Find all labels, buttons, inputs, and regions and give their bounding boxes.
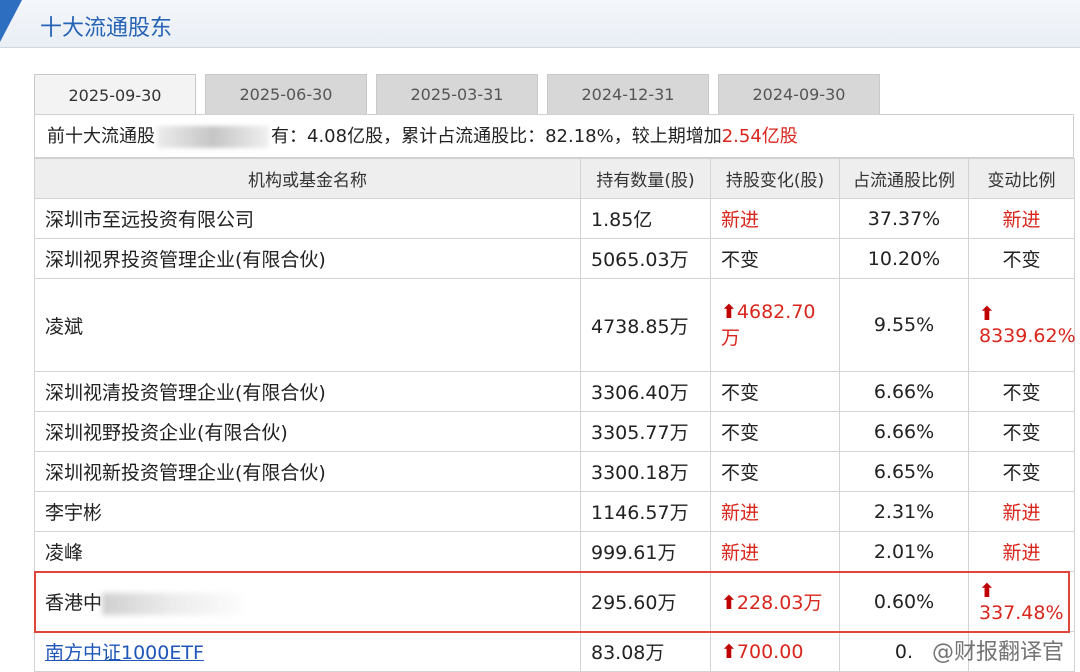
up-arrow-icon: ⬆ <box>979 579 995 602</box>
holder-qty: 5065.03万 <box>580 238 711 279</box>
summary-increase: 2.54亿股 <box>721 126 798 147</box>
holder-change: ⬆700.00 <box>710 631 840 672</box>
shareholders-table: 机构或基金名称 持有数量(股) 持股变化(股) 占流通股比例 变动比例 深圳市至… <box>34 158 1076 672</box>
holder-ratio: 新进 <box>968 198 1075 239</box>
fund-link[interactable]: 南方中证1000ETF <box>45 642 204 664</box>
holder-qty: 1.85亿 <box>580 198 711 239</box>
holder-pct: 6.66% <box>839 411 969 452</box>
holder-pct: 9.55% <box>839 278 969 372</box>
holder-change: 不变 <box>710 371 840 412</box>
holder-change: 不变 <box>710 238 840 279</box>
holder-pct: 0.60% <box>839 571 969 632</box>
holder-qty: 295.60万 <box>580 571 711 632</box>
change-value: 700.00 <box>736 640 804 663</box>
table-row: 深圳市至远投资有限公司 1.85亿 新进 37.37% 新进 <box>34 198 1075 239</box>
holder-qty: 3306.40万 <box>580 371 711 412</box>
holder-change: ⬆4682.70万 <box>710 278 840 372</box>
ratio-value: 8339.62% <box>979 325 1076 347</box>
holder-change: 不变 <box>710 451 840 492</box>
header-corner-decoration <box>0 0 22 42</box>
section-header: 十大流通股东 <box>0 0 1080 48</box>
ratio-value: 337.48% <box>979 601 1064 624</box>
holder-pct: 10.20% <box>839 238 969 279</box>
section-title: 十大流通股东 <box>40 16 173 41</box>
tab-2025-09-30[interactable]: 2025-09-30 <box>34 74 196 115</box>
table-row: 凌峰 999.61万 新进 2.01% 新进 <box>34 531 1075 572</box>
holder-name: 深圳视野投资企业(有限合伙) <box>34 411 581 452</box>
holder-ratio: ⬆ 8339.62% <box>968 278 1076 372</box>
col-header-pct: 占流通股比例 <box>839 158 969 199</box>
up-arrow-icon: ⬆ <box>721 592 737 614</box>
summary-body: 有：4.08亿股，累计占流通股比：82.18%，较上期增加 <box>271 126 722 147</box>
holder-change: 新进 <box>710 531 840 572</box>
col-header-ratio: 变动比例 <box>968 158 1075 199</box>
holder-ratio: ⬆ 337.48% <box>968 571 1075 632</box>
holder-name: 深圳视清投资管理企业(有限合伙) <box>34 371 581 412</box>
col-header-change: 持股变化(股) <box>710 158 840 199</box>
holder-pct: 6.65% <box>839 451 969 492</box>
holder-qty: 83.08万 <box>580 631 711 672</box>
table-row: 深圳视新投资管理企业(有限合伙) 3300.18万 不变 6.65% 不变 <box>34 451 1075 492</box>
holder-change: 新进 <box>710 491 840 532</box>
holder-pct: 2.31% <box>839 491 969 532</box>
summary-prefix: 前十大流通股 <box>47 126 155 147</box>
holder-ratio: 不变 <box>968 238 1075 279</box>
table-row: 南方中证1000ETF 83.08万 ⬆700.00 0. <box>34 631 1075 672</box>
holder-name: 李宇彬 <box>34 491 581 532</box>
holder-name-text: 香港中 <box>45 592 103 614</box>
holder-qty: 4738.85万 <box>580 278 711 372</box>
holder-name: 凌峰 <box>34 531 581 572</box>
tab-2025-06-30[interactable]: 2025-06-30 <box>205 74 367 114</box>
holder-ratio: 不变 <box>968 371 1075 412</box>
tab-2024-12-31[interactable]: 2024-12-31 <box>547 74 709 114</box>
holder-change: ⬆228.03万 <box>710 571 840 632</box>
holder-qty: 3300.18万 <box>580 451 711 492</box>
tab-2025-03-31[interactable]: 2025-03-31 <box>376 74 538 114</box>
col-header-qty: 持有数量(股) <box>580 158 711 199</box>
col-header-name: 机构或基金名称 <box>34 158 581 199</box>
holder-pct: 6.66% <box>839 371 969 412</box>
holder-pct: 2.01% <box>839 531 969 572</box>
table-row: 深圳视清投资管理企业(有限合伙) 3306.40万 不变 6.66% 不变 <box>34 371 1075 412</box>
table-row: 深圳视界投资管理企业(有限合伙) 5065.03万 不变 10.20% 不变 <box>34 238 1075 279</box>
holder-qty: 999.61万 <box>580 531 711 572</box>
up-arrow-icon: ⬆ <box>721 640 737 663</box>
holder-name: 南方中证1000ETF <box>34 631 581 672</box>
redacted-text <box>157 126 269 148</box>
holder-name: 香港中 <box>34 571 581 632</box>
holder-change: 不变 <box>710 411 840 452</box>
holder-name: 深圳视新投资管理企业(有限合伙) <box>34 451 581 492</box>
watermark: @财报翻译官 <box>931 640 1064 665</box>
table-row: 凌斌 4738.85万 ⬆4682.70万 9.55% ⬆ 8339.62% <box>34 278 1076 372</box>
table-row: 李宇彬 1146.57万 新进 2.31% 新进 <box>34 491 1075 532</box>
holder-change: 新进 <box>710 198 840 239</box>
period-tabs: 2025-09-30 2025-06-30 2025-03-31 2024-12… <box>34 74 889 115</box>
holder-name: 深圳视界投资管理企业(有限合伙) <box>34 238 581 279</box>
holder-pct: 37.37% <box>839 198 969 239</box>
holder-name: 深圳市至远投资有限公司 <box>34 198 581 239</box>
up-arrow-icon: ⬆ <box>721 300 737 323</box>
holder-ratio: 不变 <box>968 451 1075 492</box>
holder-ratio: 新进 <box>968 491 1075 532</box>
holder-ratio: 不变 <box>968 411 1075 452</box>
change-value: 228.03万 <box>736 592 823 614</box>
holder-name: 凌斌 <box>34 278 581 372</box>
holdings-summary: 前十大流通股 有：4.08亿股，累计占流通股比：82.18%，较上期增加2.54亿… <box>34 114 1074 158</box>
table-row: 香港中 295.60万 ⬆228.03万 0.60% ⬆ 337.48% <box>34 571 1075 632</box>
holder-ratio: 新进 <box>968 531 1075 572</box>
tab-2024-09-30[interactable]: 2024-09-30 <box>718 74 880 114</box>
holder-qty: 1146.57万 <box>580 491 711 532</box>
holder-qty: 3305.77万 <box>580 411 711 452</box>
redacted-text <box>102 592 243 615</box>
table-header-row: 机构或基金名称 持有数量(股) 持股变化(股) 占流通股比例 变动比例 <box>34 158 1075 199</box>
table-row: 深圳视野投资企业(有限合伙) 3305.77万 不变 6.66% 不变 <box>34 411 1075 452</box>
up-arrow-icon: ⬆ <box>979 303 995 325</box>
